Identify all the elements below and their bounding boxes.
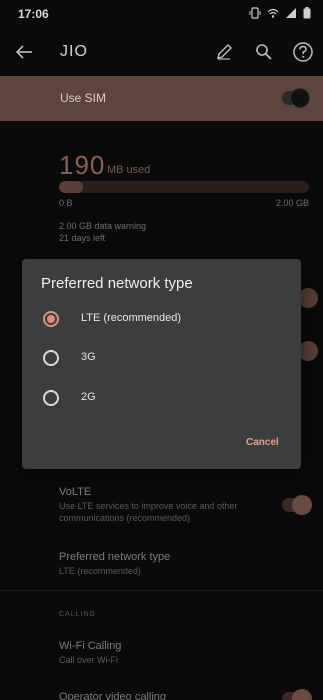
volte-title: VoLTE <box>59 486 92 498</box>
operator-video-calling-switch[interactable] <box>282 689 312 700</box>
wifi-icon <box>267 7 279 22</box>
signal-icon <box>285 7 297 22</box>
option-label: 3G <box>81 351 96 363</box>
app-bar: JIO <box>0 30 323 74</box>
days-left-text: 21 days left <box>59 233 106 243</box>
volte-switch[interactable] <box>282 495 312 515</box>
data-warning-text: 2.00 GB data warning <box>59 221 147 231</box>
preferred-network-subtitle: LTE (recommended) <box>59 566 141 576</box>
usage-progress-fill <box>59 181 83 193</box>
edit-button[interactable] <box>210 38 238 66</box>
help-button[interactable] <box>289 38 317 66</box>
usage-unit: MB used <box>107 164 151 176</box>
switch-thumb <box>292 689 312 700</box>
vibrate-icon <box>249 7 261 22</box>
pencil-icon <box>217 44 232 60</box>
switch-thumb <box>298 288 318 308</box>
use-sim-switch[interactable] <box>282 88 310 108</box>
option-label: 2G <box>81 391 96 403</box>
option-2g[interactable]: 2G <box>22 380 301 416</box>
screen: 17:06 JIO Use SIM 190 MB used 0 B 2.00 G… <box>0 0 323 700</box>
radio-unselected-icon[interactable] <box>43 350 59 366</box>
status-icons <box>249 7 311 22</box>
volte-subtitle: Use LTE services to improve voice and ot… <box>59 501 238 523</box>
search-button[interactable] <box>250 38 278 66</box>
battery-icon <box>303 7 311 22</box>
app-title: JIO <box>60 43 88 60</box>
radio-unselected-icon[interactable] <box>43 390 59 406</box>
usage-min-label: 0 B <box>59 198 73 208</box>
back-arrow-icon <box>15 45 32 59</box>
usage-max-label: 2.00 GB <box>275 198 309 208</box>
option-lte[interactable]: LTE (recommended) <box>22 301 301 337</box>
status-bar: 17:06 <box>0 0 323 28</box>
calling-section-header: CALLING <box>59 611 96 618</box>
network-type-dialog: Preferred network type LTE (recommended)… <box>22 259 301 469</box>
use-sim-label: Use SIM <box>60 91 107 105</box>
switch-thumb <box>298 341 318 361</box>
back-button[interactable] <box>10 38 38 66</box>
wifi-calling-title[interactable]: Wi-Fi Calling <box>59 640 121 652</box>
use-sim-row[interactable]: Use SIM <box>0 76 323 121</box>
dialog-title: Preferred network type <box>41 275 193 292</box>
option-3g[interactable]: 3G <box>22 340 301 376</box>
wifi-calling-subtitle: Call over Wi-Fi <box>59 655 119 665</box>
switch-thumb <box>292 495 312 515</box>
search-icon <box>256 44 272 60</box>
usage-progress-bar <box>59 181 309 193</box>
radio-selected-icon[interactable] <box>43 311 59 327</box>
cancel-button[interactable]: Cancel <box>242 435 283 450</box>
switch-thumb <box>290 88 310 108</box>
option-label: LTE (recommended) <box>81 312 182 324</box>
usage-amount: 190 <box>59 150 106 180</box>
operator-video-calling-title[interactable]: Operator video calling <box>59 691 166 700</box>
preferred-network-title[interactable]: Preferred network type <box>59 551 170 563</box>
status-time: 17:06 <box>18 7 49 21</box>
help-icon <box>293 42 313 62</box>
divider <box>0 590 323 591</box>
